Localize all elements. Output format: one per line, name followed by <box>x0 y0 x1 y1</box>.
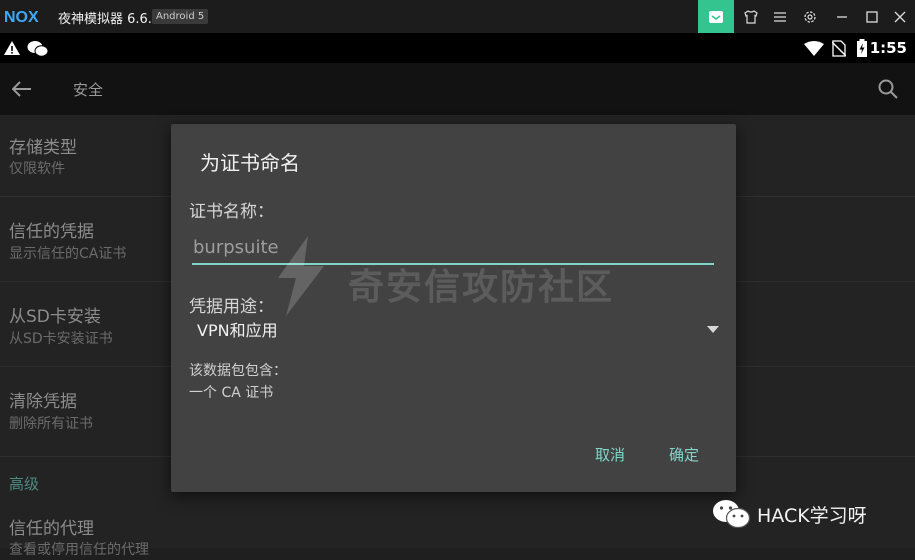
wifi-icon <box>804 41 824 56</box>
list-item-title: 存储类型 <box>9 138 77 158</box>
gear-icon <box>804 10 816 23</box>
list-item-subtitle: 从SD卡安装证书 <box>9 331 113 347</box>
wechat-icon <box>713 500 751 529</box>
wechat-watermark: HACK学习呀 <box>711 498 867 530</box>
svg-text:NOX: NOX <box>4 9 39 25</box>
list-item-title: 从SD卡安装 <box>9 307 101 327</box>
credential-usage-select[interactable]: VPN和应用 <box>189 314 719 344</box>
list-item-subtitle: 显示信任的CA证书 <box>9 246 127 262</box>
package-contents-value: 一个 CA 证书 <box>189 385 274 401</box>
warning-icon <box>4 41 20 55</box>
menu-icon <box>774 11 786 22</box>
section-header-advanced: 高级 <box>9 475 40 493</box>
arrow-left-icon <box>12 81 31 97</box>
maximize-icon <box>866 10 878 23</box>
package-contents-label: 该数据包包含： <box>189 363 287 379</box>
emulator-title-bar: NOX 夜神模拟器 6.6.1.1 Android 5 <box>0 0 915 33</box>
list-item-subtitle: 仅限软件 <box>9 161 65 177</box>
search-button[interactable] <box>874 75 902 103</box>
shirt-icon <box>744 9 758 24</box>
no-sim-icon <box>832 40 846 57</box>
list-item-title: 信任的凭据 <box>9 222 94 242</box>
page-title: 安全 <box>73 81 104 99</box>
list-item-subtitle: 删除所有证书 <box>9 416 93 432</box>
mail-button[interactable] <box>698 0 734 33</box>
android-version-badge: Android 5 <box>152 9 209 24</box>
certificate-name-label: 证书名称： <box>189 202 274 222</box>
battery-charging-icon <box>857 39 867 57</box>
watermark-logo-icon <box>278 236 324 316</box>
settings-button[interactable] <box>792 0 828 33</box>
dialog-title: 为证书命名 <box>200 151 300 175</box>
app-bar: 安全 <box>0 63 915 115</box>
close-button[interactable] <box>882 0 915 33</box>
minimize-icon <box>837 15 847 18</box>
wechat-watermark-text: HACK学习呀 <box>757 504 867 527</box>
wechat-icon <box>27 41 49 57</box>
list-item-title: 信任的代理 <box>9 519 94 539</box>
android-status-bar: 1:55 <box>0 33 915 63</box>
back-button[interactable] <box>8 75 36 103</box>
ok-button[interactable]: 确定 <box>669 444 699 465</box>
list-item-subtitle: 查看或停用信任的代理 <box>9 542 149 558</box>
credential-usage-value: VPN和应用 <box>197 321 278 340</box>
cancel-button[interactable]: 取消 <box>595 444 625 465</box>
search-icon <box>878 79 898 99</box>
list-item-title: 清除凭据 <box>9 392 77 412</box>
watermark-text: 奇安信攻防社区 <box>348 267 615 308</box>
close-icon <box>894 11 906 22</box>
nox-logo-icon: NOX <box>4 9 39 25</box>
dropdown-arrow-icon <box>707 325 719 333</box>
mail-icon <box>709 10 723 23</box>
status-clock: 1:55 <box>869 39 907 57</box>
